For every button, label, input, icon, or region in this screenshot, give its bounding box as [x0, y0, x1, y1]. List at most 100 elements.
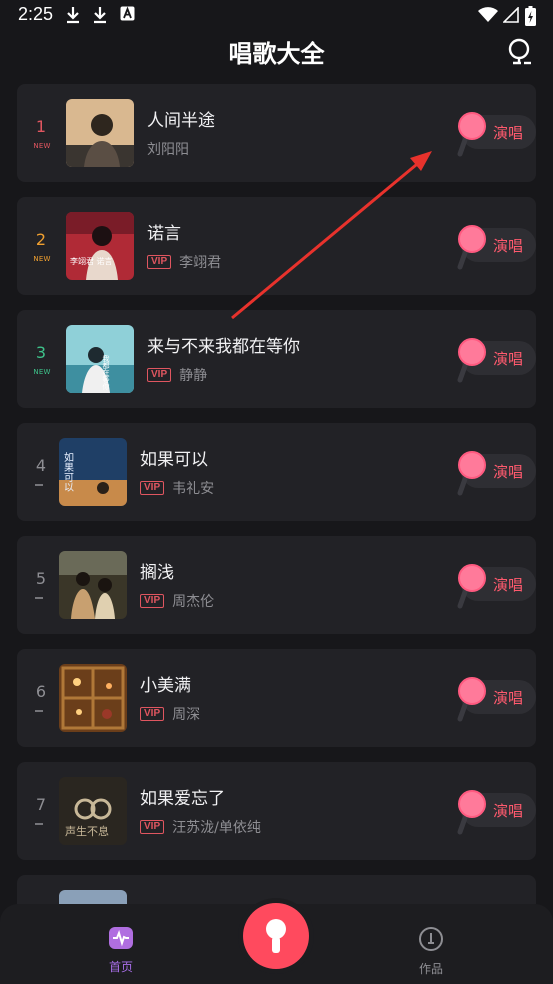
- rank-number: 1: [35, 117, 47, 136]
- song-artist-row: 刘阳阳: [147, 139, 189, 159]
- sing-button[interactable]: 演唱: [457, 790, 536, 835]
- rank-dash: [35, 823, 43, 825]
- album-cover: [59, 551, 127, 619]
- song-title: 诺言: [147, 224, 181, 244]
- rank-number: 7: [35, 795, 47, 814]
- sing-button[interactable]: 演唱: [457, 564, 536, 609]
- nav-home[interactable]: 首页: [81, 926, 161, 975]
- vip-badge: VIP: [140, 707, 165, 721]
- microphone-icon: [457, 225, 486, 270]
- album-cover: 李翊君 诺言: [66, 212, 134, 280]
- new-tag: NEW: [33, 255, 51, 263]
- microphone-icon: [457, 112, 486, 157]
- album-cover: 如果可以: [59, 438, 127, 506]
- song-artist: 韦礼安: [172, 481, 215, 497]
- status-time: 2:25: [18, 4, 54, 24]
- vip-badge: VIP: [147, 368, 172, 382]
- works-icon: [419, 927, 443, 951]
- sing-button[interactable]: 演唱: [457, 338, 536, 383]
- song-artist-row: VIP 汪苏泷/单依纯: [140, 817, 261, 837]
- rank-dash: [35, 710, 43, 712]
- battery-charging-icon: [525, 6, 536, 26]
- bottom-nav: 首页 作品: [0, 903, 553, 984]
- rank-number: 5: [35, 569, 47, 588]
- center-record-button[interactable]: [243, 903, 309, 969]
- signal-icon: [503, 7, 519, 23]
- microphone-icon: [457, 677, 486, 722]
- song-card[interactable]: 6 小美满 VIP 周深 演唱: [17, 649, 536, 747]
- microphone-icon: [457, 564, 486, 609]
- font-badge-icon: [120, 6, 135, 21]
- vip-badge: VIP: [140, 820, 165, 834]
- song-artist-row: VIP 周杰伦: [140, 591, 214, 611]
- sing-label: 演唱: [493, 576, 524, 594]
- rank-number: 3: [35, 343, 47, 362]
- vip-badge: VIP: [147, 255, 172, 269]
- album-cover: 我都在等你: [66, 325, 134, 393]
- song-card[interactable]: 7 声生不息 如果爱忘了 VIP 汪苏泷/单依纯 演唱: [17, 762, 536, 860]
- song-artist-row: VIP 李翊君: [147, 252, 221, 272]
- nav-home-label: 首页: [108, 960, 133, 974]
- sing-button[interactable]: 演唱: [457, 225, 536, 270]
- download-icon: [94, 7, 106, 24]
- song-artist: 周杰伦: [172, 594, 215, 610]
- sing-button[interactable]: 演唱: [457, 112, 536, 157]
- sing-label: 演唱: [493, 689, 524, 707]
- sing-label: 演唱: [493, 802, 524, 820]
- song-artist-row: VIP 韦礼安: [140, 478, 214, 498]
- song-card[interactable]: 4 如果可以 如果可以 VIP 韦礼安 演唱: [17, 423, 536, 521]
- vip-badge: VIP: [140, 481, 165, 495]
- song-list[interactable]: 1 NEW 人间半途 刘阳阳 演唱 2 NEW 李翊君 诺言 诺言 VIP 李翊君…: [17, 84, 536, 904]
- sing-label: 演唱: [493, 350, 524, 368]
- song-artist: 李翊君: [179, 255, 222, 271]
- microphone-icon: [457, 451, 486, 496]
- song-artist-row: VIP 静静: [147, 365, 207, 385]
- cover-text: 我都在等你: [102, 354, 110, 390]
- album-cover: [59, 890, 127, 904]
- album-cover: 声生不息: [59, 777, 127, 845]
- song-title: 搁浅: [140, 563, 174, 583]
- page-title: 唱歌大全: [228, 40, 325, 68]
- cover-text: 李翊君 诺言: [70, 256, 113, 266]
- microphone-icon: [457, 790, 486, 835]
- song-artist: 周深: [172, 707, 201, 723]
- status-bar: 2:25: [0, 0, 553, 32]
- rank-number: 2: [35, 230, 47, 249]
- song-artist: 汪苏泷/单依纯: [172, 820, 261, 836]
- search-icon[interactable]: [505, 37, 535, 67]
- nav-works-label: 作品: [418, 962, 443, 976]
- song-card[interactable]: 5 搁浅 VIP 周杰伦 演唱: [17, 536, 536, 634]
- home-waveform-icon: [109, 927, 133, 949]
- wifi-icon: [478, 7, 498, 22]
- microphone-icon: [266, 919, 286, 953]
- new-tag: NEW: [33, 142, 51, 150]
- cover-text: 如果可以: [62, 451, 74, 492]
- song-card[interactable]: [17, 875, 536, 904]
- rank-number: 4: [35, 456, 47, 475]
- song-card[interactable]: 2 NEW 李翊君 诺言 诺言 VIP 李翊君 演唱: [17, 197, 536, 295]
- nav-works[interactable]: 作品: [391, 926, 471, 977]
- song-card[interactable]: 1 NEW 人间半途 刘阳阳 演唱: [17, 84, 536, 182]
- album-cover: [66, 99, 134, 167]
- microphone-icon: [457, 338, 486, 383]
- song-artist: 刘阳阳: [147, 142, 189, 158]
- album-cover: [59, 664, 127, 732]
- rank-dash: [35, 597, 43, 599]
- song-artist-row: VIP 周深: [140, 704, 200, 724]
- song-title: 如果可以: [140, 450, 208, 470]
- song-artist: 静静: [179, 368, 208, 384]
- sing-button[interactable]: 演唱: [457, 677, 536, 722]
- song-title: 来与不来我都在等你: [147, 337, 300, 357]
- sing-button[interactable]: 演唱: [457, 451, 536, 496]
- new-tag: NEW: [33, 368, 51, 376]
- rank-number: 6: [35, 682, 47, 701]
- sing-label: 演唱: [493, 237, 524, 255]
- sing-label: 演唱: [493, 124, 524, 142]
- download-icon: [67, 7, 79, 24]
- song-card[interactable]: 3 NEW 我都在等你 来与不来我都在等你 VIP 静静 演唱: [17, 310, 536, 408]
- rank-dash: [35, 484, 43, 486]
- cover-text: 声生不息: [65, 824, 109, 838]
- song-title: 小美满: [140, 676, 191, 696]
- app-header: 唱歌大全: [0, 32, 553, 72]
- vip-badge: VIP: [140, 594, 165, 608]
